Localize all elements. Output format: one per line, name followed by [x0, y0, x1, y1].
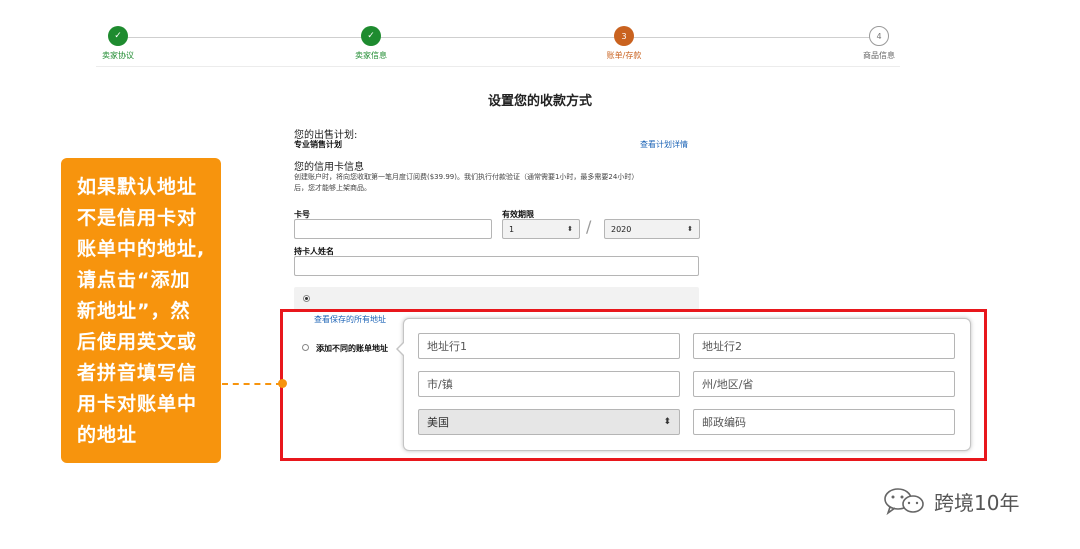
step-billing: 3 账单/存款 — [579, 26, 669, 61]
instruction-callout: 如果默认地址 不是信用卡对 账单中的地址, 请点击“添加 新地址”，然 后使用英… — [61, 158, 221, 463]
callout-line: 后使用英文或 — [77, 331, 198, 353]
updown-icon: ⬍ — [663, 417, 671, 427]
expiry-year-value: 2020 — [611, 224, 632, 234]
city-input[interactable]: 市/镇 — [418, 371, 680, 397]
updown-icon: ⬍ — [567, 225, 573, 233]
step-product-info: 4 商品信息 — [834, 26, 924, 61]
address-line1-input[interactable]: 地址行1 — [418, 333, 680, 359]
zip-input[interactable]: 邮政编码 — [693, 409, 955, 435]
callout-line: 者拼音填写信 — [77, 362, 198, 384]
step-label: 卖家协议 — [102, 51, 134, 60]
plan-name: 专业销售计划 — [294, 140, 342, 149]
wechat-icon — [884, 488, 924, 516]
step-label: 商品信息 — [863, 51, 895, 60]
step-label: 卖家信息 — [355, 51, 387, 60]
callout-line: 账单中的地址, — [77, 238, 206, 260]
updown-icon: ⬍ — [687, 225, 693, 233]
country-select[interactable]: 美国 ⬍ — [418, 409, 680, 435]
callout-line: 的地址 — [77, 424, 138, 446]
card-description-line: 后，您才能够上架商品。 — [294, 184, 371, 192]
callout-line: 不是信用卡对 — [77, 207, 198, 229]
radio-unselected-icon[interactable] — [302, 344, 309, 351]
card-heading: 您的信用卡信息 — [294, 162, 364, 173]
expiry-month-select[interactable]: 1 ⬍ — [502, 219, 580, 239]
check-icon: ✓ — [361, 26, 381, 46]
check-icon: ✓ — [108, 26, 128, 46]
watermark: 跨境10年 — [880, 486, 1019, 516]
card-description-line: 创建账户时，将向您收取第一笔月度订阅费($39.99)。我们执行付款验证（通常需… — [294, 173, 639, 181]
callout-connector-dot — [278, 379, 287, 388]
step-seller-agreement: ✓ 卖家协议 — [73, 26, 163, 61]
callout-connector — [222, 383, 282, 385]
card-number-field[interactable] — [294, 219, 492, 239]
callout-line: 请点击“添加 — [77, 269, 191, 291]
step-seller-info: ✓ 卖家信息 — [326, 26, 416, 61]
address-line2-input[interactable]: 地址行2 — [693, 333, 955, 359]
expiry-separator: / — [586, 217, 592, 236]
page-title: 设置您的收款方式 — [487, 94, 592, 109]
divider — [96, 66, 900, 67]
callout-line: 如果默认地址 — [77, 176, 198, 198]
callout-text: 如果默认地址 不是信用卡对 账单中的地址, 请点击“添加 新地址”，然 后使用英… — [77, 172, 209, 451]
add-different-address-label[interactable]: 添加不同的账单地址 — [316, 343, 388, 354]
progress-stepper: ✓ 卖家协议 ✓ 卖家信息 3 账单/存款 4 商品信息 — [96, 26, 900, 66]
step-number: 3 — [614, 26, 634, 46]
card-description: 创建账户时，将向您收取第一笔月度订阅费($39.99)。我们执行付款验证（通常需… — [294, 172, 704, 194]
stepper-track — [118, 37, 878, 38]
radio-selected-icon[interactable] — [303, 295, 310, 302]
step-number: 4 — [869, 26, 889, 46]
watermark-text: 跨境10年 — [934, 490, 1020, 515]
plan-details-link[interactable]: 查看计划详情 — [640, 139, 688, 150]
callout-line: 用卡对账单中 — [77, 393, 198, 415]
country-value: 美国 — [427, 416, 449, 429]
callout-line: 新地址”，然 — [77, 300, 191, 322]
expiry-month-value: 1 — [509, 224, 515, 234]
saved-address-option[interactable] — [294, 287, 699, 311]
step-label: 账单/存款 — [606, 51, 642, 60]
expiry-year-select[interactable]: 2020 ⬍ — [604, 219, 700, 239]
cardholder-name-field[interactable] — [294, 256, 699, 276]
state-input[interactable]: 州/地区/省 — [693, 371, 955, 397]
